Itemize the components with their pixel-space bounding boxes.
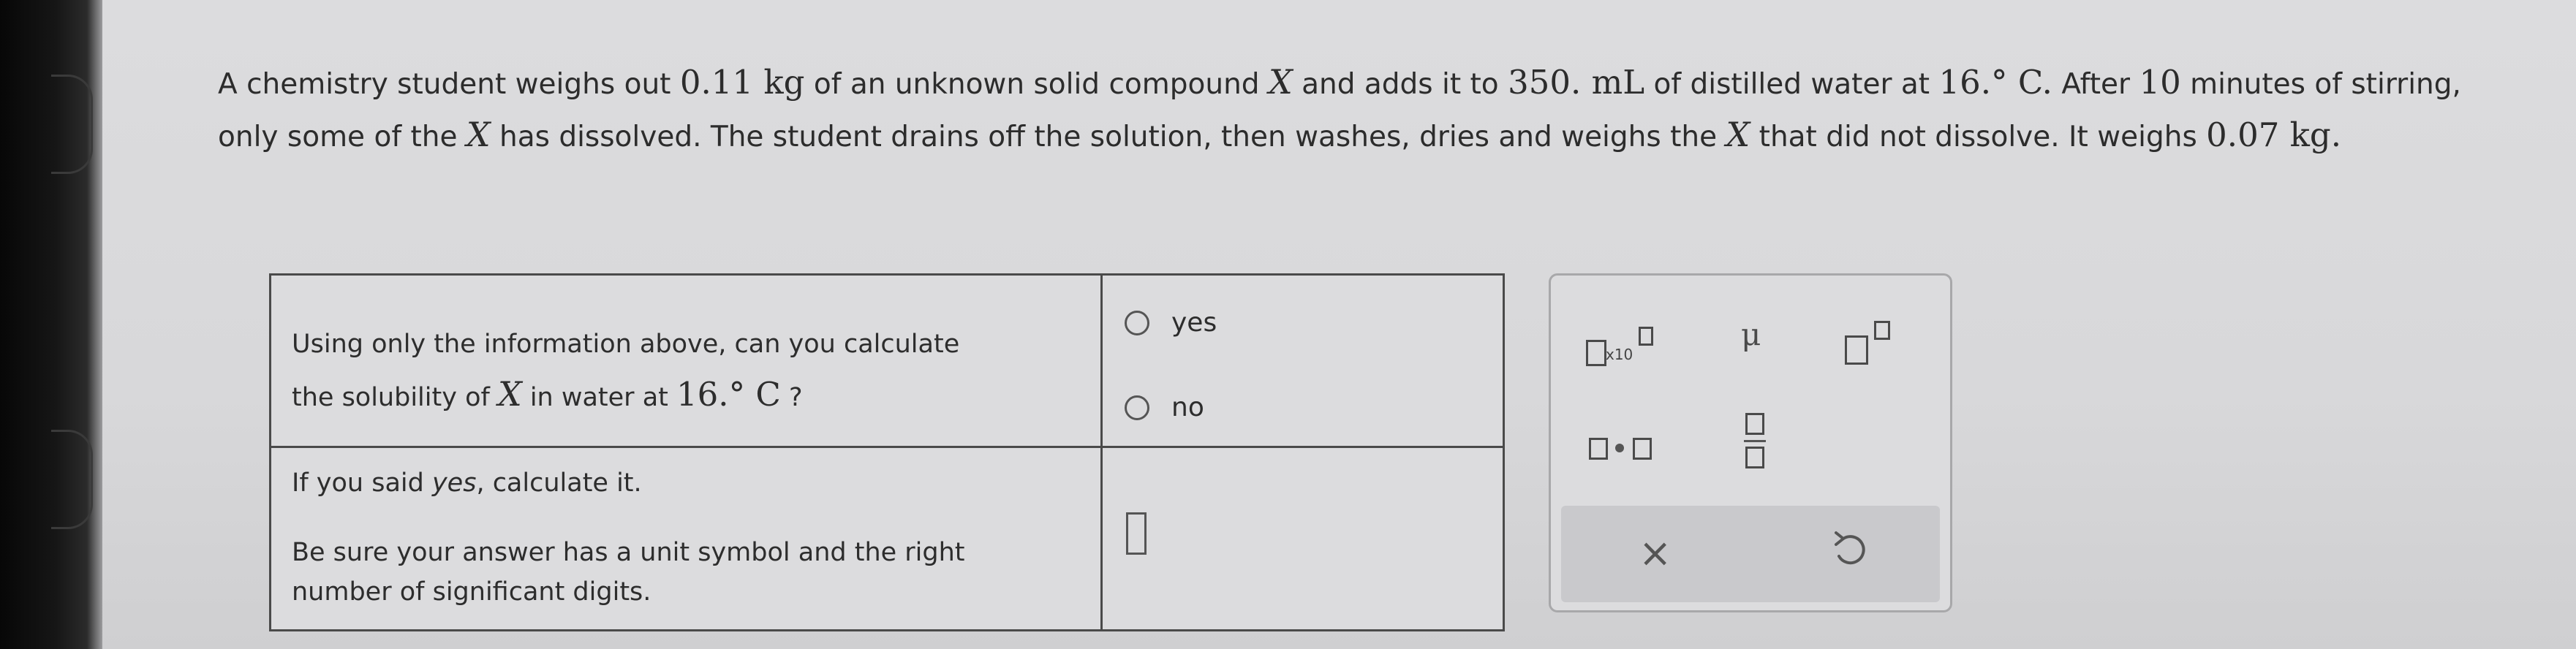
water-volume: 350. mL (1508, 63, 1645, 102)
yes-radio[interactable] (1125, 310, 1149, 335)
yes-radio-option[interactable]: yes (1125, 308, 1217, 338)
part2-prompt: If you said yes, calculate it. Be sure y… (269, 446, 1103, 631)
water-temperature: 16.° C. (1938, 63, 2052, 102)
no-radio[interactable] (1125, 395, 1149, 420)
part1-options: yes no (1100, 273, 1505, 448)
compound-symbol: X (497, 374, 522, 414)
part1-temperature: 16.° C (676, 375, 781, 414)
question-text: A chemistry student weighs out 0.11 kg o… (218, 62, 2461, 154)
no-radio-option[interactable]: no (1125, 392, 1204, 422)
mass-undissolved: 0.07 kg. (2206, 115, 2342, 154)
compound-symbol: X (466, 115, 491, 154)
bezel-handle-bottom (51, 430, 93, 529)
part1-row: Using only the information above, can yo… (269, 273, 1505, 448)
mass-total: 0.11 kg (679, 63, 805, 102)
bezel-handle-top (51, 75, 93, 174)
screen-bezel (0, 0, 102, 649)
superscript-icon[interactable] (1845, 321, 1896, 368)
toolbar-action-bar (1561, 506, 1940, 602)
undo-icon[interactable] (1829, 528, 1871, 571)
part2-line1: If you said yes, calculate it. (292, 468, 642, 498)
clear-icon[interactable]: × (1639, 530, 1672, 576)
part1-line1: Using only the information above, can yo… (292, 330, 960, 359)
answer-table: Using only the information above, can yo… (269, 273, 1505, 631)
compound-symbol: X (1726, 115, 1750, 154)
part2-row: If you said yes, calculate it. Be sure y… (269, 446, 1505, 631)
yes-label: yes (1171, 308, 1217, 338)
part2-answer-cell (1100, 446, 1505, 631)
part1-prompt: Using only the information above, can yo… (269, 273, 1103, 448)
stir-minutes: 10 (2139, 63, 2181, 102)
multiply-dot-icon[interactable] (1589, 433, 1662, 463)
part1-line2: the solubility of X in water at 16.° C ? (292, 374, 803, 414)
mu-icon[interactable]: μ (1741, 316, 1761, 352)
answer-input[interactable] (1126, 512, 1147, 555)
compound-symbol: X (1268, 62, 1293, 102)
no-label: no (1171, 392, 1204, 422)
fraction-icon[interactable] (1744, 413, 1767, 473)
scientific-notation-icon[interactable]: x10 (1586, 324, 1656, 368)
part2-instructions: Be sure your answer has a unit symbol an… (292, 538, 965, 607)
math-toolbar: x10 μ × (1549, 273, 1952, 612)
